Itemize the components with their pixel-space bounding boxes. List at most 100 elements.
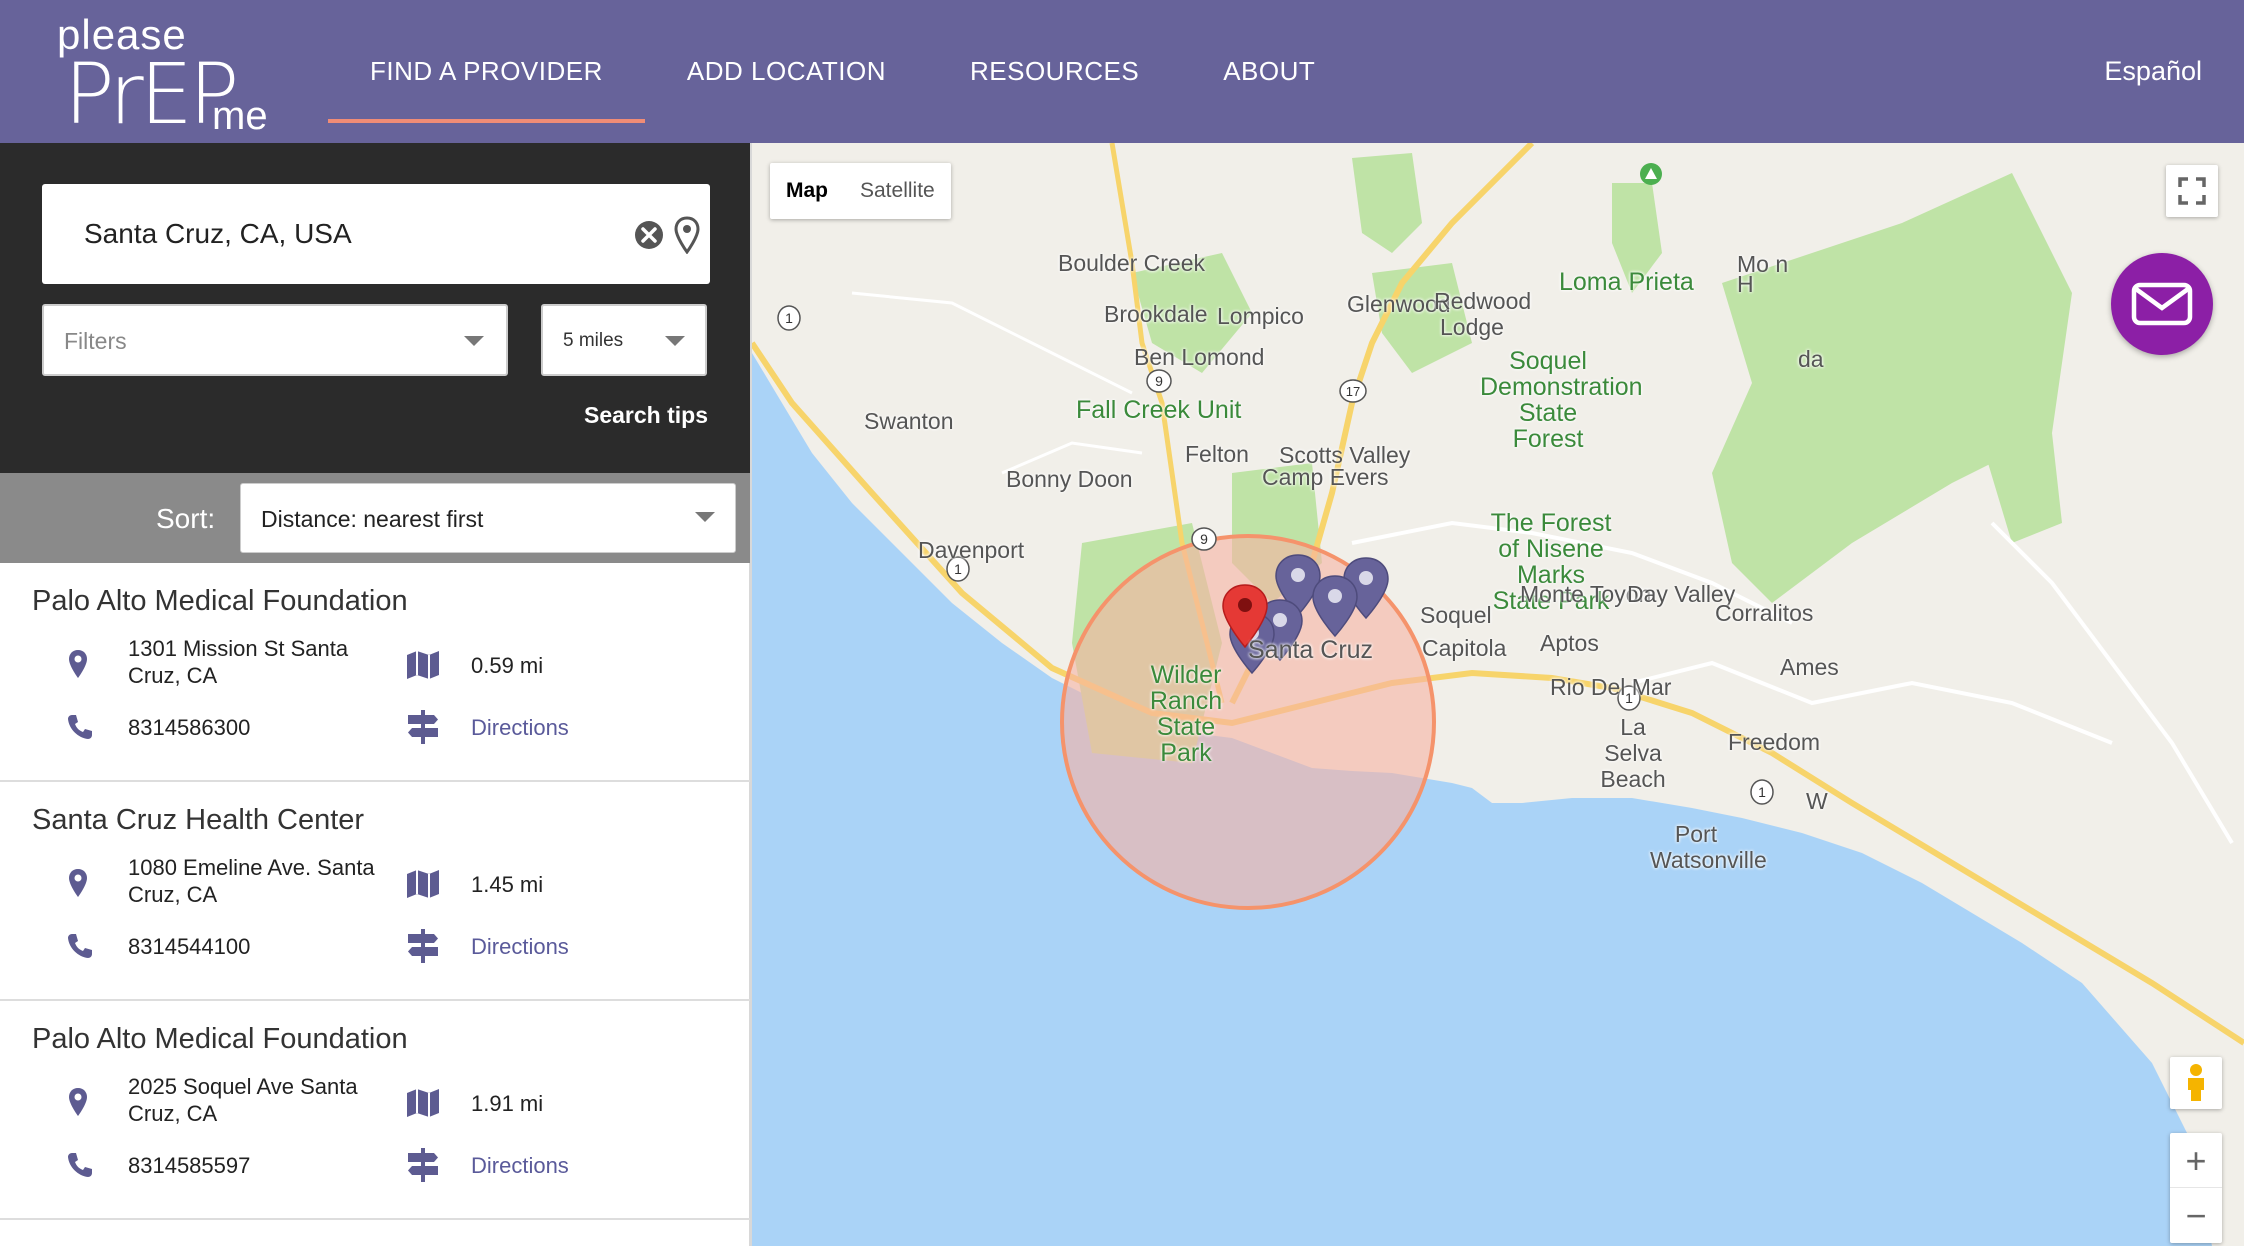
location-pin-icon — [69, 650, 87, 678]
contact-email-button[interactable] — [2111, 253, 2213, 355]
map-distance-icon — [407, 1089, 439, 1117]
place-label: Camp Evers — [1262, 464, 1389, 490]
results-list: Palo Alto Medical Foundation 1301 Missio… — [0, 563, 750, 1220]
place-label: La Selva Beach — [1600, 714, 1666, 792]
directions-signpost-icon — [408, 1148, 438, 1182]
filters-dropdown[interactable]: Filters — [42, 304, 508, 376]
provider-address: 1301 Mission St Santa Cruz, CA — [128, 636, 349, 688]
provider-distance: 0.59 mi — [471, 653, 544, 678]
provider-distance: 1.91 mi — [471, 1091, 544, 1116]
phone-icon — [68, 934, 92, 958]
zoom-out-button[interactable]: − — [2170, 1188, 2222, 1243]
place-label: Aptos — [1540, 630, 1599, 656]
directions-signpost-icon — [408, 710, 438, 744]
zoom-control: + − — [2170, 1133, 2222, 1243]
sort-value: Distance: nearest first — [261, 506, 484, 532]
place-label: Bonny Doon — [1006, 466, 1133, 492]
nav-find-a-provider[interactable]: FIND A PROVIDER — [328, 0, 645, 143]
provider-phone[interactable]: 8314544100 — [128, 934, 250, 960]
place-label: da — [1798, 346, 1824, 372]
nav-resources[interactable]: RESOURCES — [928, 0, 1181, 143]
provider-result[interactable]: Palo Alto Medical Foundation 1301 Missio… — [0, 563, 750, 782]
map-distance-icon — [407, 870, 439, 898]
use-location-pin-icon[interactable] — [674, 216, 700, 254]
street-view-pegman-button[interactable] — [2170, 1057, 2222, 1109]
provider-result[interactable]: Santa Cruz Health Center 1080 Emeline Av… — [0, 782, 750, 1001]
logo-me: me — [212, 94, 268, 138]
pleaseprepme-logo[interactable]: please PrEP me — [52, 14, 292, 137]
place-label: W — [1806, 788, 1828, 814]
hwy-9-shield: 9 — [1191, 527, 1217, 551]
place-label: Freedom — [1728, 729, 1821, 755]
chevron-down-icon — [665, 336, 685, 346]
search-tips-link[interactable]: Search tips — [584, 402, 708, 429]
place-label: Boulder Creek — [1058, 250, 1206, 276]
clear-search-icon[interactable] — [634, 220, 664, 250]
place-label: Lompico — [1217, 303, 1304, 329]
language-switch[interactable]: Español — [2104, 0, 2202, 143]
provider-result[interactable]: Palo Alto Medical Foundation 2025 Soquel… — [0, 1001, 750, 1220]
provider-name: Palo Alto Medical Foundation — [32, 1023, 408, 1055]
pegman-icon — [2188, 1064, 2204, 1101]
fullscreen-icon — [2178, 177, 2206, 205]
provider-address: 1080 Emeline Ave. Santa Cruz, CA — [128, 855, 375, 907]
logo-prep: PrEP — [64, 45, 239, 143]
directions-link[interactable]: Directions — [471, 934, 569, 960]
svg-text:9: 9 — [1155, 373, 1163, 389]
sort-bar: Sort: Distance: nearest first — [0, 473, 750, 563]
top-navbar: please PrEP me FIND A PROVIDER ADD LOCAT… — [0, 0, 2244, 143]
place-label: Ames — [1780, 654, 1839, 680]
directions-link[interactable]: Directions — [471, 1153, 569, 1179]
hwy-1-shield: 1 — [1750, 779, 1774, 805]
map-distance-icon — [407, 651, 439, 679]
place-label: Ben Lomond — [1134, 344, 1265, 370]
place-label: Rio Del Mar — [1550, 674, 1672, 700]
place-label: Soquel Demonstration State Forest — [1480, 347, 1643, 453]
nav-add-location[interactable]: ADD LOCATION — [645, 0, 928, 143]
place-label: Felton — [1185, 441, 1249, 467]
hwy-9-shield: 9 — [1146, 369, 1172, 393]
place-label: Santa Cruz — [1248, 636, 1374, 664]
radius-value: 5 miles — [563, 330, 624, 351]
nav-about[interactable]: ABOUT — [1181, 0, 1357, 143]
provider-name: Santa Cruz Health Center — [32, 804, 365, 836]
provider-phone[interactable]: 8314585597 — [128, 1153, 250, 1179]
place-label: Soquel — [1420, 602, 1492, 628]
provider-distance: 1.45 mi — [471, 872, 544, 897]
main-nav: FIND A PROVIDER ADD LOCATION RESOURCES A… — [328, 0, 1357, 143]
provider-map[interactable]: 1 1 1 1 9 9 17 Boulder Creek Brookdale L… — [752, 143, 2244, 1246]
place-label: Wilder Ranch State Park — [1149, 661, 1223, 767]
directions-signpost-icon — [408, 929, 438, 963]
map-type-map-button[interactable]: Map — [770, 163, 844, 219]
chevron-down-icon — [695, 512, 715, 522]
sort-label: Sort: — [156, 503, 216, 534]
place-label: Loma Prieta — [1559, 268, 1694, 296]
svg-text:17: 17 — [1346, 384, 1360, 399]
place-label: Redwood Lodge — [1434, 288, 1532, 340]
hwy-17-shield: 17 — [1339, 379, 1367, 403]
place-label: Capitola — [1422, 635, 1507, 661]
svg-text:1: 1 — [785, 310, 793, 326]
chevron-down-icon — [464, 336, 484, 346]
fullscreen-button[interactable] — [2166, 165, 2218, 217]
directions-link[interactable]: Directions — [471, 715, 569, 741]
map-type-control: Map Satellite — [770, 163, 951, 219]
svg-text:1: 1 — [1758, 784, 1766, 800]
place-label: Port Watsonville — [1650, 821, 1767, 873]
radius-dropdown[interactable]: 5 miles — [541, 304, 707, 376]
zoom-in-button[interactable]: + — [2170, 1133, 2222, 1188]
filters-placeholder: Filters — [64, 328, 127, 354]
provider-phone[interactable]: 8314586300 — [128, 715, 250, 741]
map-type-satellite-button[interactable]: Satellite — [844, 163, 951, 219]
location-pin-icon — [69, 1088, 87, 1116]
location-search-input[interactable] — [84, 214, 604, 254]
location-search-box — [42, 184, 710, 284]
place-label: Corralitos — [1715, 600, 1814, 626]
location-pin-icon — [69, 869, 87, 897]
sort-dropdown[interactable]: Distance: nearest first — [240, 483, 736, 553]
place-label: Mo n H — [1737, 251, 1789, 297]
search-panel: Filters 5 miles Search tips — [0, 143, 750, 473]
phone-icon — [68, 1153, 92, 1177]
results-sidebar: Filters 5 miles Search tips Sort: Distan… — [0, 143, 752, 1246]
hwy-1-shield: 1 — [777, 305, 801, 331]
